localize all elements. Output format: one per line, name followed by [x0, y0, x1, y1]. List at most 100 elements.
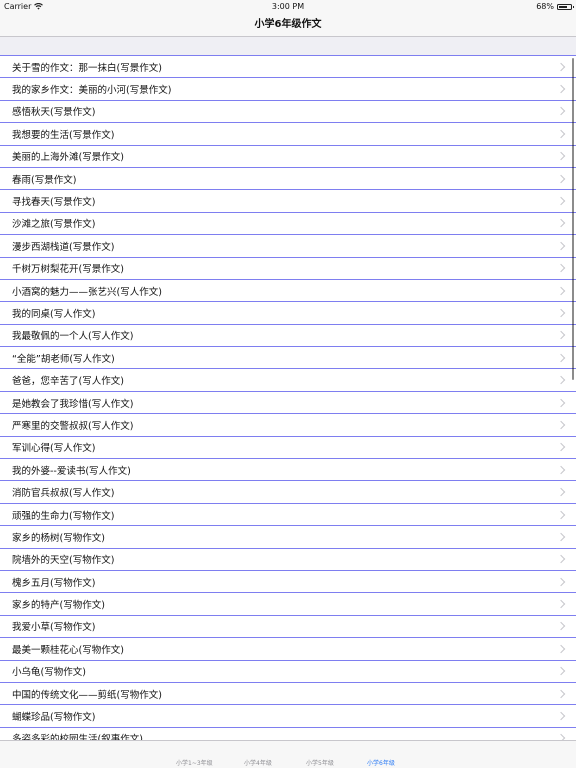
chevron-right-icon	[556, 622, 566, 631]
list-item-label: 院墙外的天空(写物作文)	[12, 555, 115, 567]
list-item[interactable]: 寻找春天(写景作文)	[0, 190, 576, 213]
list-item[interactable]: 爸爸，您辛苦了(写人作文)	[0, 369, 576, 392]
list-item-label: 千树万树梨花开(写景作文)	[12, 264, 124, 276]
list-item[interactable]: 我的家乡作文：美丽的小河(写景作文)	[0, 78, 576, 101]
chevron-right-icon	[556, 129, 566, 139]
list-item[interactable]: 我的同桌(写人作文)	[0, 302, 576, 325]
chevron-right-icon	[556, 644, 566, 654]
list-item[interactable]: 关于雪的作文：那一抹白(写景作文)	[0, 56, 576, 79]
list-item-label: 我最敬佩的一个人(写人作文)	[12, 331, 134, 343]
list-item[interactable]: 家乡的特产(写物作文)	[0, 593, 576, 616]
list-item-label: 沙滩之旅(写景作文)	[12, 219, 96, 231]
chevron-right-icon	[556, 532, 566, 542]
tab-grade-1-3[interactable]: 小学1~3年级	[176, 758, 213, 767]
status-bar: Carrier 3:00 PM 68%	[0, 0, 576, 13]
list-item-label: 槐乡五月(写物作文)	[12, 577, 96, 589]
list-item-label: 我的外婆--爱读书(写人作文)	[12, 465, 131, 477]
list-item[interactable]: 我爱小草(写物作文)	[0, 616, 576, 639]
chevron-right-icon	[556, 666, 566, 676]
scroll-indicator	[572, 58, 574, 380]
list-item-label: 我爱小草(写物作文)	[12, 622, 96, 634]
list-item-label: 最美一颗桂花心(写物作文)	[12, 644, 124, 656]
status-right: 68%	[536, 0, 574, 13]
list-item-label: 小酒窝的魅力——张艺兴(写人作文)	[12, 286, 162, 298]
chevron-right-icon	[556, 711, 566, 721]
list-item[interactable]: 军训心得(写人作文)	[0, 437, 576, 460]
page-title: 小学6年级作文	[254, 19, 322, 30]
battery-percent: 68%	[536, 2, 554, 11]
list-item[interactable]: 我最敬佩的一个人(写人作文)	[0, 325, 576, 348]
chevron-right-icon	[556, 174, 566, 183]
list-item-label: 爸爸，您辛苦了(写人作文)	[12, 376, 124, 388]
list-item[interactable]: 沙滩之旅(写景作文)	[0, 213, 576, 236]
chevron-right-icon	[556, 510, 566, 519]
chevron-right-icon	[556, 241, 566, 251]
list-item-label: 漫步西湖栈道(写景作文)	[12, 241, 115, 253]
list-item[interactable]: 家乡的杨树(写物作文)	[0, 526, 576, 549]
tab-bar: 小学1~3年级 小学4年级 小学5年级 小学6年级	[0, 740, 576, 768]
list-item[interactable]: 我的外婆--爱读书(写人作文)	[0, 459, 576, 482]
chevron-right-icon	[556, 443, 566, 452]
list-item[interactable]: 是她教会了我珍惜(写人作文)	[0, 392, 576, 415]
tab-grade-4[interactable]: 小学4年级	[244, 758, 272, 767]
chevron-right-icon	[556, 420, 566, 430]
section-header	[0, 37, 576, 56]
chevron-right-icon	[556, 599, 566, 609]
list-item[interactable]: 美丽的上海外滩(写景作文)	[0, 146, 576, 168]
list-item-label: “全能”胡老师(写人作文)	[12, 353, 115, 365]
list-item[interactable]: 蝴蝶珍品(写物作文)	[0, 705, 576, 728]
list-item-label: 小乌龟(写物作文)	[12, 667, 86, 679]
tab-grade-5[interactable]: 小学5年级	[306, 758, 334, 767]
chevron-right-icon	[556, 286, 566, 295]
nav-bar: 小学6年级作文	[0, 13, 576, 37]
list-item-label: 我的家乡作文：美丽的小河(写景作文)	[12, 85, 172, 97]
list-item[interactable]: 千树万树梨花开(写景作文)	[0, 258, 576, 280]
list-item-label: 蝴蝶珍品(写物作文)	[12, 712, 96, 724]
list-item-label: 春雨(写景作文)	[12, 174, 77, 186]
chevron-right-icon	[556, 152, 566, 161]
list-item-label: 消防官兵叔叔(写人作文)	[12, 488, 115, 500]
list-item-label: 关于雪的作文：那一抹白(写景作文)	[12, 62, 162, 74]
list-item-label: 家乡的杨树(写物作文)	[12, 532, 105, 544]
list-item-label: 严寒里的交警叔叔(写人作文)	[12, 420, 134, 432]
chevron-right-icon	[556, 465, 566, 474]
list-item[interactable]: 槐乡五月(写物作文)	[0, 571, 576, 594]
essay-list[interactable]: 关于雪的作文：那一抹白(写景作文) 我的家乡作文：美丽的小河(写景作文) 感悟秋天(…	[0, 56, 576, 740]
list-item[interactable]: 严寒里的交警叔叔(写人作文)	[0, 414, 576, 437]
list-item-label: 我的同桌(写人作文)	[12, 308, 96, 320]
list-item-label: 是她教会了我珍惜(写人作文)	[12, 398, 134, 410]
chevron-right-icon	[556, 196, 566, 206]
chevron-right-icon	[556, 577, 566, 586]
chevron-right-icon	[556, 107, 566, 116]
chevron-right-icon	[556, 308, 566, 318]
chevron-right-icon	[556, 62, 566, 71]
chevron-right-icon	[556, 487, 566, 497]
list-item[interactable]: 小酒窝的魅力——张艺兴(写人作文)	[0, 280, 576, 303]
list-item[interactable]: 我想要的生活(写景作文)	[0, 123, 576, 146]
list-item[interactable]: 院墙外的天空(写物作文)	[0, 549, 576, 571]
list-item[interactable]: 小乌龟(写物作文)	[0, 661, 576, 683]
chevron-right-icon	[556, 375, 566, 385]
list-item[interactable]: 消防官兵叔叔(写人作文)	[0, 481, 576, 504]
list-item[interactable]: “全能”胡老师(写人作文)	[0, 347, 576, 370]
list-item[interactable]: 春雨(写景作文)	[0, 168, 576, 191]
list-item[interactable]: 漫步西湖栈道(写景作文)	[0, 235, 576, 258]
chevron-right-icon	[556, 84, 566, 94]
list-item[interactable]: 中国的传统文化——剪纸(写物作文)	[0, 683, 576, 706]
list-item[interactable]: 顽强的生命力(写物作文)	[0, 504, 576, 527]
list-item-label: 寻找春天(写景作文)	[12, 197, 96, 209]
chevron-right-icon	[556, 263, 566, 273]
list-item-label: 多姿多彩的校园生活(叙事作文)	[12, 734, 143, 740]
list-item-label: 我想要的生活(写景作文)	[12, 129, 115, 141]
chevron-right-icon	[556, 555, 566, 564]
chevron-right-icon	[556, 398, 566, 407]
list-item[interactable]: 最美一颗桂花心(写物作文)	[0, 638, 576, 661]
list-item-label: 家乡的特产(写物作文)	[12, 600, 105, 612]
list-item[interactable]: 感悟秋天(写景作文)	[0, 101, 576, 124]
list-item-label: 军训心得(写人作文)	[12, 443, 96, 455]
list-item[interactable]: 多姿多彩的校园生活(叙事作文)	[0, 728, 576, 740]
list-item-label: 美丽的上海外滩(写景作文)	[12, 152, 124, 164]
tab-grade-6[interactable]: 小学6年级	[367, 758, 395, 767]
chevron-right-icon	[556, 689, 566, 698]
chevron-right-icon	[556, 353, 566, 363]
